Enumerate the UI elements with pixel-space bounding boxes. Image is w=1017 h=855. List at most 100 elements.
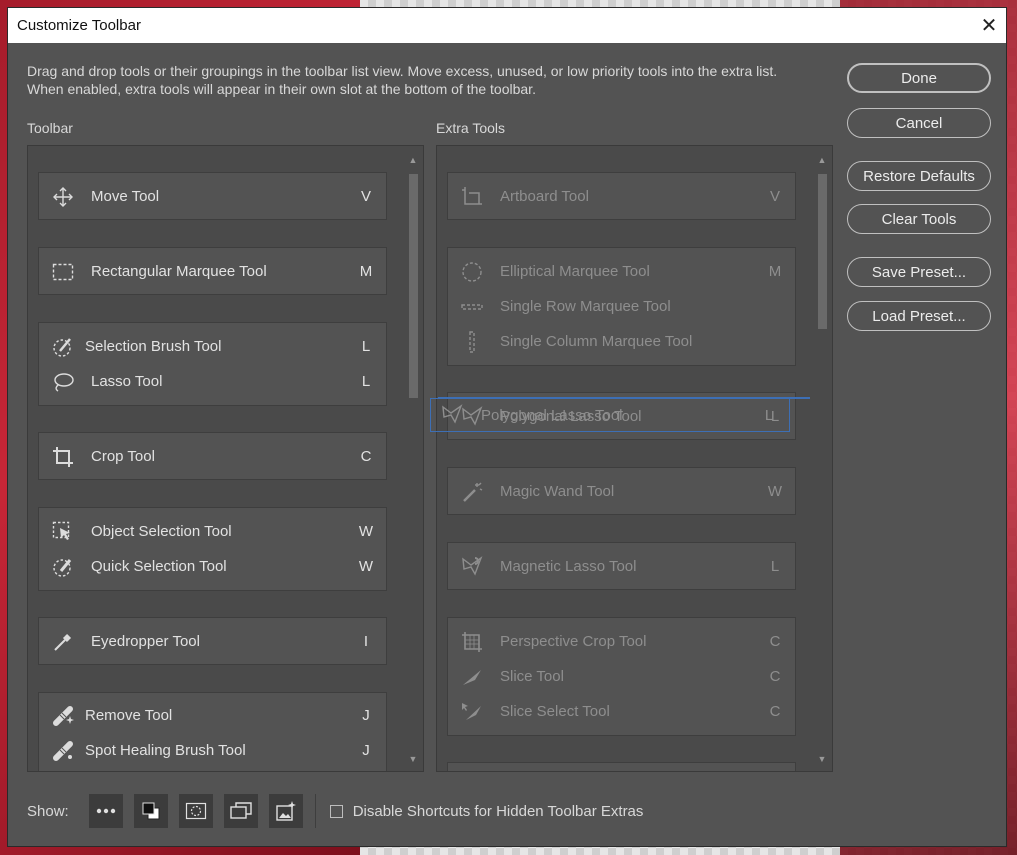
tool-row-single-column-marquee[interactable]: Single Column Marquee Tool (448, 324, 795, 359)
title-bar: Customize Toolbar ✕ (8, 8, 1006, 43)
tool-row-magnetic-lasso[interactable]: Magnetic Lasso Tool L (448, 549, 795, 584)
tool-row-slice[interactable]: Slice Tool C (448, 659, 795, 694)
artboard-icon (460, 185, 484, 209)
generative-icon[interactable] (268, 794, 303, 828)
tool-shortcut: J (362, 707, 370, 724)
tool-name: Rectangular Marquee Tool (91, 263, 267, 280)
cancel-button[interactable]: Cancel (847, 108, 991, 138)
tool-row-artboard[interactable]: Artboard Tool V (448, 179, 795, 214)
quick-selection-icon (51, 555, 75, 579)
tool-row-move[interactable]: Move Tool V (39, 179, 386, 214)
done-button[interactable]: Done (847, 63, 991, 93)
ellipsis-icon[interactable] (88, 794, 123, 828)
tool-group[interactable]: Artboard Tool V (447, 172, 796, 220)
tool-name: Perspective Crop Tool (500, 633, 647, 650)
tool-name: Selection Brush Tool (85, 338, 222, 355)
tool-group[interactable]: Elliptical Marquee Tool M Single Row Mar… (447, 247, 796, 366)
selection-brush-icon (51, 335, 75, 359)
tool-row-single-row-marquee[interactable]: Single Row Marquee Tool (448, 289, 795, 324)
toolbar-label: Toolbar (27, 120, 73, 136)
tool-row-perspective-crop[interactable]: Perspective Crop Tool C (448, 624, 795, 659)
tool-group[interactable]: Eyedropper Tool I (38, 617, 387, 665)
tool-row-remove[interactable]: Remove Tool J (39, 698, 386, 733)
disable-shortcuts-checkbox[interactable] (329, 804, 343, 818)
scroll-up-icon[interactable]: ▲ (406, 154, 420, 166)
scroll-down-icon[interactable]: ▼ (406, 753, 420, 765)
object-selection-icon (51, 520, 75, 544)
extra-tools-scrollbar[interactable]: ▲ ▼ (815, 154, 829, 765)
tool-group[interactable]: Remove Tool J Spot Healing Brush Tool J (38, 692, 387, 771)
polygonal-lasso-icon (441, 404, 465, 426)
tool-group[interactable]: Magic Wand Tool W (447, 467, 796, 515)
disable-shortcuts-label[interactable]: Disable Shortcuts for Hidden Toolbar Ext… (353, 803, 644, 820)
magic-wand-icon (460, 480, 484, 504)
customize-toolbar-dialog: Customize Toolbar ✕ Drag and drop tools … (7, 7, 1007, 847)
toolbar-list[interactable]: Move Tool V Rectangular Marquee Tool M S… (27, 145, 424, 772)
single-column-marquee-icon (460, 330, 484, 354)
tool-row-elliptical-marquee[interactable]: Elliptical Marquee Tool M (448, 254, 795, 289)
tool-shortcut: V (360, 188, 371, 205)
dialog-title: Customize Toolbar (17, 17, 141, 34)
tool-group[interactable]: Perspective Crop Tool C Slice Tool C Sli… (447, 617, 796, 736)
scroll-up-icon[interactable]: ▲ (815, 154, 829, 166)
tool-shortcut: C (769, 633, 781, 650)
elliptical-marquee-icon (460, 260, 484, 284)
tool-name: Magic Wand Tool (500, 483, 615, 500)
tool-name: Magnetic Lasso Tool (500, 558, 637, 575)
tool-group[interactable]: Move Tool V (38, 172, 387, 220)
tool-group[interactable]: Object Selection Tool W Quick Selection … (38, 507, 387, 591)
tool-name: Elliptical Marquee Tool (500, 263, 650, 280)
quick-mask-icon[interactable] (178, 794, 213, 828)
tool-shortcut: C (360, 448, 372, 465)
load-preset-button[interactable]: Load Preset... (847, 301, 991, 331)
tool-shortcut: L (361, 373, 371, 390)
tool-row-quick-selection[interactable]: Quick Selection Tool W (39, 549, 386, 584)
tool-shortcut: J (362, 742, 370, 759)
scrollbar-thumb[interactable] (818, 174, 827, 329)
tool-group[interactable]: Rectangular Marquee Tool M (38, 247, 387, 295)
eyedropper-icon (51, 630, 75, 654)
tool-shortcut: C (769, 703, 781, 720)
show-bar: Show: Disable Shortcuts for Hidden Toolb… (27, 793, 643, 829)
tool-group[interactable]: Crop Tool C (38, 432, 387, 480)
tool-row-object-selection[interactable]: Object Selection Tool W (39, 514, 386, 549)
tool-name: Spot Healing Brush Tool (85, 742, 246, 759)
scrollbar-thumb[interactable] (409, 174, 418, 398)
toolbar-scrollbar[interactable]: ▲ ▼ (406, 154, 420, 765)
tool-row-magic-wand[interactable]: Magic Wand Tool W (448, 474, 795, 509)
clear-tools-button[interactable]: Clear Tools (847, 204, 991, 234)
drag-ghost-shortcut: L (764, 406, 774, 424)
tool-name: Move Tool (91, 188, 160, 205)
tool-shortcut: C (769, 668, 781, 685)
tool-name: Single Column Marquee Tool (500, 333, 693, 350)
tool-group[interactable] (447, 762, 796, 771)
slice-select-icon (460, 700, 484, 724)
dialog-description: Drag and drop tools or their groupings i… (27, 63, 778, 97)
tool-name: Eyedropper Tool (91, 633, 200, 650)
tool-group[interactable]: Selection Brush Tool L Lasso Tool L (38, 322, 387, 406)
tool-row-spot-healing[interactable]: Spot Healing Brush Tool J (39, 733, 386, 768)
tool-name: Single Row Marquee Tool (500, 298, 671, 315)
tool-row-slice-select[interactable]: Slice Select Tool C (448, 694, 795, 729)
save-preset-button[interactable]: Save Preset... (847, 257, 991, 287)
tool-shortcut: W (358, 523, 374, 540)
screen-mode-icon[interactable] (223, 794, 258, 828)
close-icon[interactable]: ✕ (972, 8, 1006, 43)
extra-tools-list[interactable]: Artboard Tool V Elliptical Marquee Tool … (436, 145, 833, 772)
tool-shortcut: V (769, 188, 780, 205)
remove-tool-icon (51, 704, 75, 728)
tool-group[interactable]: Magnetic Lasso Tool L (447, 542, 796, 590)
restore-defaults-button[interactable]: Restore Defaults (847, 161, 991, 191)
tool-row-selection-brush[interactable]: Selection Brush Tool L (39, 329, 386, 364)
scroll-down-icon[interactable]: ▼ (815, 753, 829, 765)
tool-row-rectangular-marquee[interactable]: Rectangular Marquee Tool M (39, 254, 386, 289)
tool-row-lasso[interactable]: Lasso Tool L (39, 364, 386, 399)
divider (314, 794, 316, 828)
single-row-marquee-icon (460, 295, 484, 319)
tool-row-eyedropper[interactable]: Eyedropper Tool I (39, 624, 386, 659)
color-swatch-icon[interactable] (133, 794, 168, 828)
tool-shortcut: W (358, 558, 374, 575)
tool-row-crop[interactable]: Crop Tool C (39, 439, 386, 474)
tool-name: Crop Tool (91, 448, 155, 465)
tool-shortcut: M (359, 263, 373, 280)
